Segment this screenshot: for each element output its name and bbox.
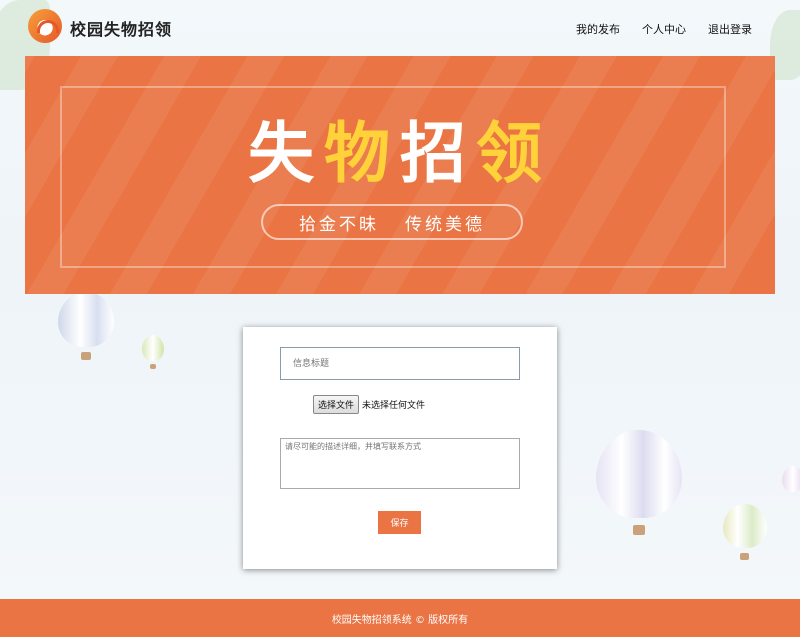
nav-logout[interactable]: 退出登录 [708,21,752,37]
hero-banner: 失物招领 拾金不昧 传统美德 [25,56,775,294]
title-input[interactable] [280,347,520,380]
header: 校园失物招领 我的发布 个人中心 退出登录 [0,0,800,56]
banner-slogan: 拾金不昧 传统美德 [261,204,523,240]
top-nav: 我的发布 个人中心 退出登录 [576,21,752,37]
balloon-decoration [596,430,682,540]
banner-title-char: 物 [324,115,400,192]
nav-profile[interactable]: 个人中心 [642,21,686,37]
footer: 校园失物招领系统 © 版权所有 [0,599,800,637]
banner-title-char: 招 [400,115,476,192]
file-status-text: 未选择任何文件 [362,401,426,411]
banner-title-char: 失 [248,115,324,192]
lost-found-logo-icon[interactable] [28,9,62,43]
file-upload-row: 选择文件 未选择任何文件 [313,395,425,414]
banner-title: 失物招领 [25,100,775,196]
slogan-left: 拾金不昧 [299,214,379,235]
balloon-decoration [58,292,114,362]
description-textarea[interactable] [280,438,520,489]
balloon-decoration [723,504,767,564]
choose-file-button[interactable]: 选择文件 [313,395,360,414]
save-button[interactable]: 保存 [378,511,421,534]
slogan-right: 传统美德 [405,214,485,235]
balloon-decoration [782,466,800,500]
post-form-panel: 选择文件 未选择任何文件 保存 [243,327,557,569]
balloon-decoration [142,335,164,369]
banner-title-char: 领 [476,115,552,192]
nav-my-posts[interactable]: 我的发布 [576,21,620,37]
site-title[interactable]: 校园失物招领 [70,16,172,40]
copyright-text: 校园失物招领系统 © 版权所有 [331,614,469,626]
